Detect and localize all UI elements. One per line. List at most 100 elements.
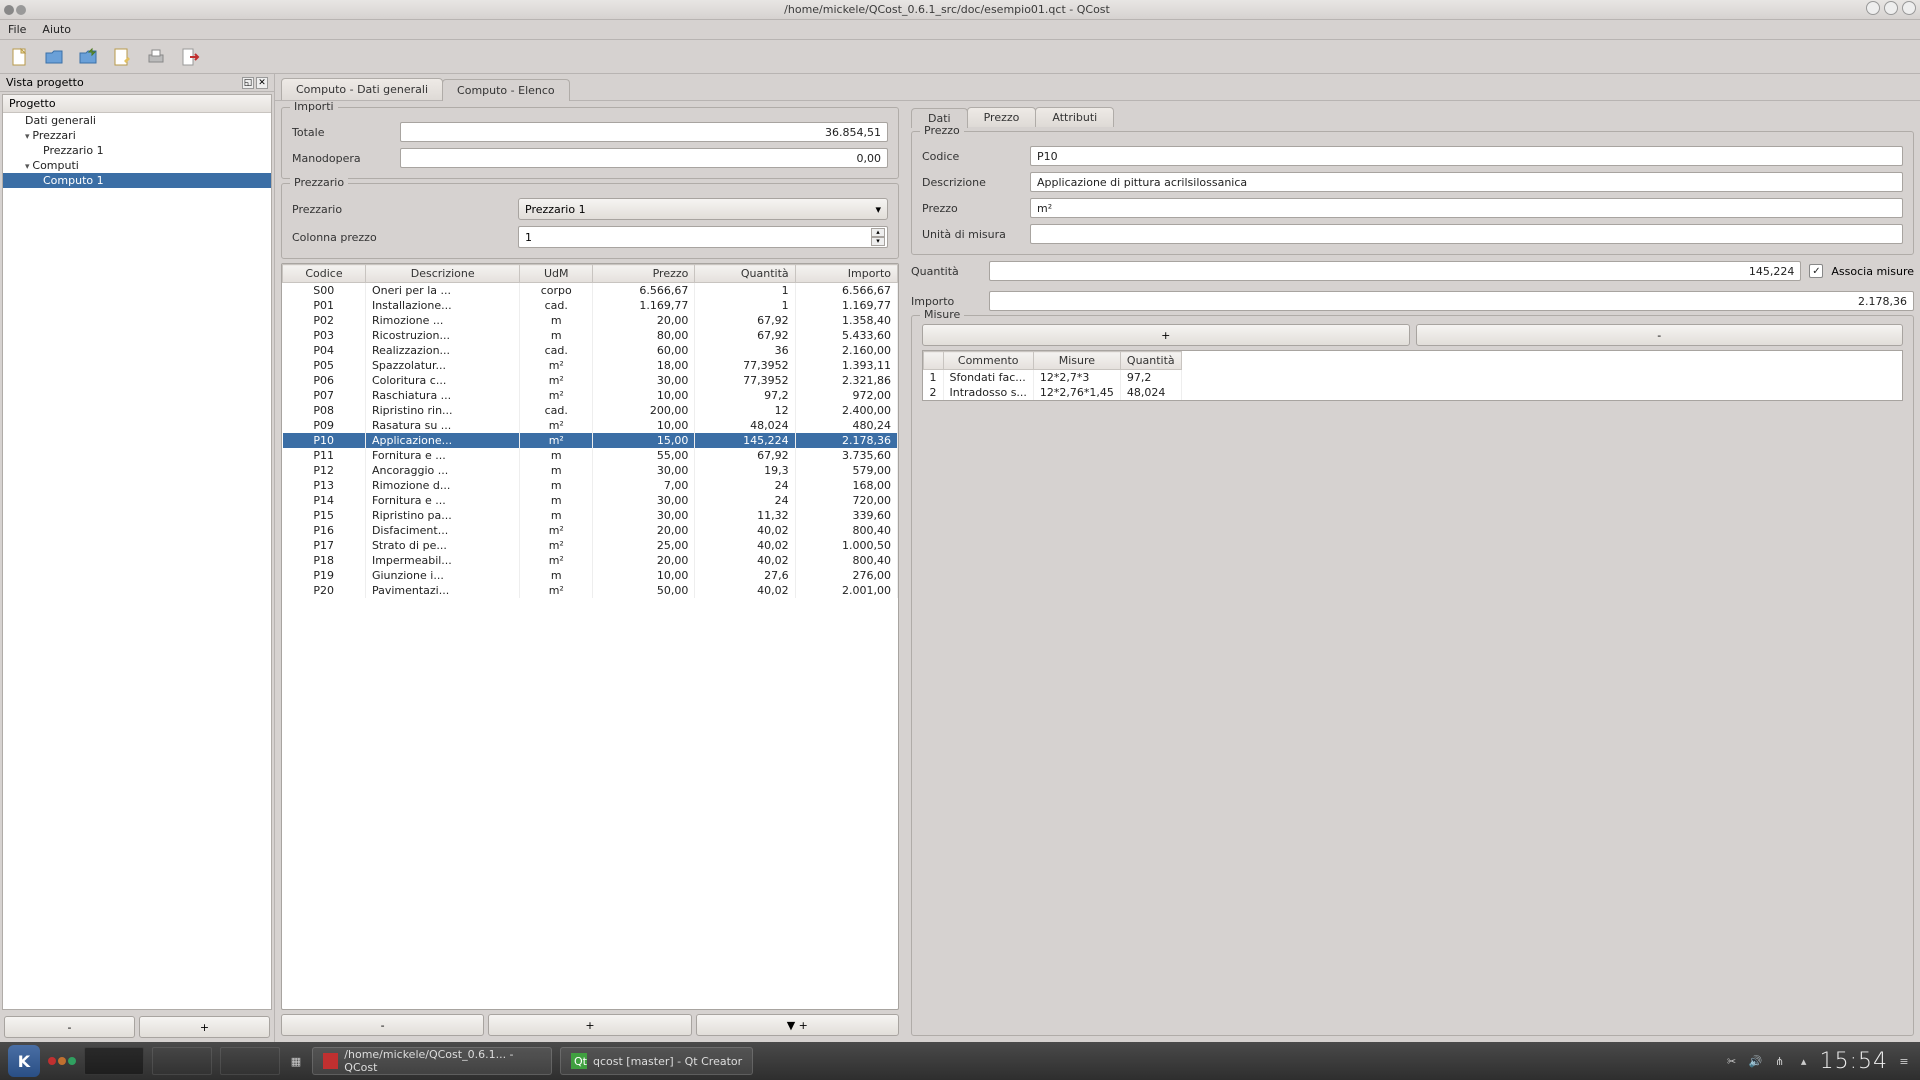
manodopera-label: Manodopera [292,152,392,165]
tab-attributi[interactable]: Attributi [1035,107,1114,127]
notifications-icon[interactable]: ≡ [1896,1053,1912,1069]
tree-node-computo-1[interactable]: Computo 1 [3,173,271,188]
clipboard-icon[interactable]: ✂ [1724,1053,1740,1069]
colonna-prezzo-label: Colonna prezzo [292,231,392,244]
importo-field: 2.178,36 [989,291,1914,311]
importi-group: Importi Totale 36.854,51 Manodopera 0,00 [281,107,899,179]
exit-icon[interactable] [178,45,202,69]
table-row[interactable]: P08Ripristino rin...cad.200,00122.400,00 [283,403,898,418]
row-minus-button[interactable]: - [281,1014,484,1036]
table-row[interactable]: P04Realizzazion...cad.60,00362.160,00 [283,343,898,358]
volume-icon[interactable]: 🔊 [1748,1053,1764,1069]
clock[interactable]: 15:54 [1820,1049,1888,1074]
pager-3[interactable] [220,1047,280,1075]
row-plus-button[interactable]: + [488,1014,691,1036]
prezzario-select[interactable]: Prezzario 1 ▾ [518,198,888,220]
activity-dots[interactable] [48,1057,76,1065]
prezzo-group: Prezzo CodiceP10 DescrizioneApplicazione… [911,131,1914,255]
window-title: /home/mickele/QCost_0.6.1_src/doc/esempi… [32,3,1862,16]
table-row[interactable]: P10Applicazione...m²15,00145,2242.178,36 [283,433,898,448]
misure-group: Misure + - CommentoMisureQuantità 1Sfond… [911,315,1914,1036]
misure-plus-button[interactable]: + [922,324,1410,346]
table-row[interactable]: P17Strato di pe...m²25,0040,021.000,50 [283,538,898,553]
open-icon[interactable] [42,45,66,69]
dock-close-icon[interactable]: ✕ [256,77,268,89]
tree-node-prezzario-1[interactable]: Prezzario 1 [3,143,271,158]
sidebar: Vista progetto ◱ ✕ Progetto Dati general… [0,74,275,1042]
table-row[interactable]: P03Ricostruzion...m80,0067,925.433,60 [283,328,898,343]
spin-down-icon[interactable]: ▾ [871,237,885,246]
table-row[interactable]: S00Oneri per la ...corpo6.566,6716.566,6… [283,283,898,299]
main-tabs: Computo - Dati generali Computo - Elenco [275,74,1920,101]
tree-node-dati-generali[interactable]: Dati generali [3,113,271,128]
svg-text:Qt: Qt [574,1055,587,1068]
toolbar [0,40,1920,74]
descrizione-field[interactable]: Applicazione di pittura acrilsilossanica [1030,172,1903,192]
table-row[interactable]: P16Disfaciment...m²20,0040,02800,40 [283,523,898,538]
tab-dati-generali[interactable]: Computo - Dati generali [281,78,443,100]
prezzario-group: Prezzario Prezzario Prezzario 1 ▾ Colonn… [281,183,899,259]
associa-misure-label: Associa misure [1831,265,1914,278]
prezzo-field[interactable]: m² [1030,198,1903,218]
table-row[interactable]: P19Giunzione i...m10,0027,6276,00 [283,568,898,583]
table-row[interactable]: P14Fornitura e ...m30,0024720,00 [283,493,898,508]
table-row[interactable]: P07Raschiatura ...m²10,0097,2972,00 [283,388,898,403]
spin-up-icon[interactable]: ▴ [871,228,885,237]
taskbar: K ▦ /home/mickele/QCost_0.6.1... - QCost… [0,1042,1920,1080]
table-row[interactable]: P18Impermeabil...m²20,0040,02800,40 [283,553,898,568]
codice-field[interactable]: P10 [1030,146,1903,166]
tab-prezzo[interactable]: Prezzo [967,107,1037,127]
computo-table[interactable]: Codice Descrizione UdM Prezzo Quantità I… [281,263,899,1010]
network-icon[interactable]: ⋔ [1772,1053,1788,1069]
tree-plus-button[interactable]: + [139,1016,270,1038]
save-icon[interactable] [76,45,100,69]
pager-2[interactable] [152,1047,212,1075]
tree-node-computi[interactable]: Computi [3,158,271,173]
show-desktop-icon[interactable]: ▦ [288,1053,304,1069]
quantita-field[interactable]: 145,224 [989,261,1801,281]
totale-field: 36.854,51 [400,122,888,142]
table-row[interactable]: P01Installazione...cad.1.169,7711.169,77 [283,298,898,313]
table-row[interactable]: P12Ancoraggio ...m30,0019,3579,00 [283,463,898,478]
new-icon[interactable] [8,45,32,69]
saveas-icon[interactable] [110,45,134,69]
colonna-prezzo-spin[interactable]: 1 ▴▾ [518,226,888,248]
tree-node-prezzari[interactable]: Prezzari [3,128,271,143]
menu-file[interactable]: File [8,23,26,36]
menubar: File Aiuto [0,20,1920,40]
tree-header: Progetto [3,95,271,113]
detail-tabs: Dati Prezzo Attributi [911,107,1914,127]
tray-expand-icon[interactable]: ▴ [1796,1053,1812,1069]
tab-elenco[interactable]: Computo - Elenco [442,79,570,101]
menu-help[interactable]: Aiuto [42,23,71,36]
window-controls[interactable] [1862,1,1916,18]
task-qtcreator[interactable]: Qt qcost [master] - Qt Creator [560,1047,753,1075]
table-row[interactable]: P13Rimozione d...m7,0024168,00 [283,478,898,493]
project-tree[interactable]: Progetto Dati generali Prezzari Prezzari… [2,94,272,1010]
dock-title-label: Vista progetto [6,76,240,89]
totale-label: Totale [292,126,392,139]
tree-minus-button[interactable]: - [4,1016,135,1038]
udm-field[interactable] [1030,224,1903,244]
titlebar: /home/mickele/QCost_0.6.1_src/doc/esempi… [0,0,1920,20]
misure-minus-button[interactable]: - [1416,324,1904,346]
table-row[interactable]: P05Spazzolatur...m²18,0077,39521.393,11 [283,358,898,373]
dock-float-icon[interactable]: ◱ [242,77,254,89]
kde-start-icon[interactable]: K [8,1045,40,1077]
misure-table[interactable]: CommentoMisureQuantità 1Sfondati fac...1… [922,350,1903,401]
table-row[interactable]: P02Rimozione ...m20,0067,921.358,40 [283,313,898,328]
chevron-down-icon: ▾ [875,203,881,216]
misure-row: 2Intradosso s...12*2,76*1,4548,024 [924,385,1182,400]
table-row[interactable]: P15Ripristino pa...m30,0011,32339,60 [283,508,898,523]
table-row[interactable]: P11Fornitura e ...m55,0067,923.735,60 [283,448,898,463]
table-row[interactable]: P09Rasatura su ...m²10,0048,024480,24 [283,418,898,433]
prezzario-label: Prezzario [292,203,392,216]
table-row[interactable]: P06Coloritura c...m²30,0077,39522.321,86 [283,373,898,388]
row-downplus-button[interactable]: ▼ + [696,1014,899,1036]
table-row[interactable]: P20Pavimentazi...m²50,0040,022.001,00 [283,583,898,598]
pager-1[interactable] [84,1047,144,1075]
task-qcost[interactable]: /home/mickele/QCost_0.6.1... - QCost [312,1047,552,1075]
associa-misure-checkbox[interactable] [1809,264,1823,278]
window-menu-icons [4,5,26,15]
print-icon[interactable] [144,45,168,69]
